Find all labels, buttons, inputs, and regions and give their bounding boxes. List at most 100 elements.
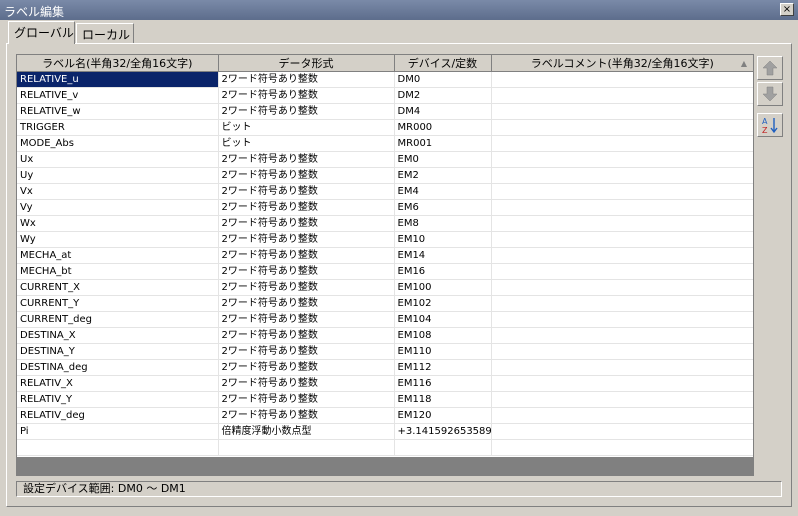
data-type-cell[interactable]: 2ワード符号あり整数 (218, 279, 395, 296)
data-type-cell[interactable]: 2ワード符号あり整数 (218, 247, 395, 264)
device-cell[interactable]: EM108 (394, 327, 492, 344)
comment-cell[interactable] (491, 343, 753, 360)
device-cell[interactable] (394, 439, 492, 456)
comment-cell[interactable] (491, 247, 753, 264)
device-cell[interactable]: EM16 (394, 263, 492, 280)
comment-cell[interactable] (491, 311, 753, 328)
comment-cell[interactable] (491, 375, 753, 392)
table-row[interactable]: RELATIV_deg 2ワード符号あり整数 EM120 (17, 407, 753, 424)
label-name-cell[interactable]: RELATIV_X (17, 375, 219, 392)
data-type-cell[interactable]: 2ワード符号あり整数 (218, 199, 395, 216)
label-name-cell[interactable]: MECHA_bt (17, 263, 219, 280)
device-cell[interactable]: EM120 (394, 407, 492, 424)
data-type-cell[interactable]: 2ワード符号あり整数 (218, 183, 395, 200)
label-name-cell[interactable]: MECHA_at (17, 247, 219, 264)
move-up-button[interactable] (757, 56, 783, 80)
comment-cell[interactable] (491, 167, 753, 184)
comment-cell[interactable] (491, 407, 753, 424)
tab-global[interactable]: グローバル (8, 21, 75, 44)
data-type-cell[interactable]: 2ワード符号あり整数 (218, 359, 395, 376)
comment-cell[interactable] (491, 71, 753, 88)
label-name-cell[interactable]: RELATIVE_v (17, 87, 219, 104)
data-type-cell[interactable]: 2ワード符号あり整数 (218, 71, 395, 88)
data-type-cell[interactable]: 2ワード符号あり整数 (218, 215, 395, 232)
label-name-cell[interactable]: CURRENT_Y (17, 295, 219, 312)
comment-cell[interactable] (491, 119, 753, 136)
table-row[interactable]: Vx 2ワード符号あり整数 EM4 (17, 183, 753, 200)
device-cell[interactable]: EM100 (394, 279, 492, 296)
table-row[interactable]: TRIGGER ビット MR000 (17, 119, 753, 136)
table-row[interactable]: CURRENT_deg 2ワード符号あり整数 EM104 (17, 311, 753, 328)
column-header-data-type[interactable]: データ形式 (218, 55, 395, 72)
comment-cell[interactable] (491, 423, 753, 440)
device-cell[interactable]: DM2 (394, 87, 492, 104)
label-name-cell[interactable]: Wy (17, 231, 219, 248)
label-name-cell[interactable]: CURRENT_X (17, 279, 219, 296)
table-row[interactable]: Ux 2ワード符号あり整数 EM0 (17, 151, 753, 168)
data-type-cell[interactable]: 2ワード符号あり整数 (218, 407, 395, 424)
label-name-cell[interactable]: CURRENT_deg (17, 311, 219, 328)
label-name-cell[interactable]: RELATIVE_w (17, 103, 219, 120)
table-row[interactable]: CURRENT_Y 2ワード符号あり整数 EM102 (17, 295, 753, 312)
device-cell[interactable]: EM6 (394, 199, 492, 216)
device-cell[interactable]: +3.141592653589 (394, 423, 492, 440)
comment-cell[interactable] (491, 183, 753, 200)
sort-button[interactable]: A Z (757, 113, 783, 137)
data-type-cell[interactable]: ビット (218, 135, 395, 152)
data-type-cell[interactable]: 2ワード符号あり整数 (218, 327, 395, 344)
comment-cell[interactable] (491, 231, 753, 248)
data-type-cell[interactable]: 2ワード符号あり整数 (218, 231, 395, 248)
column-header-label-name[interactable]: ラベル名(半角32/全角16文字) (17, 55, 219, 72)
data-type-cell[interactable]: 倍精度浮動小数点型 (218, 423, 395, 440)
table-row[interactable]: Vy 2ワード符号あり整数 EM6 (17, 199, 753, 216)
device-cell[interactable]: EM104 (394, 311, 492, 328)
device-cell[interactable]: MR000 (394, 119, 492, 136)
device-cell[interactable]: MR001 (394, 135, 492, 152)
table-row[interactable]: MECHA_at 2ワード符号あり整数 EM14 (17, 247, 753, 264)
device-cell[interactable]: EM14 (394, 247, 492, 264)
table-row[interactable]: RELATIVE_u 2ワード符号あり整数 DM0 (17, 71, 753, 88)
comment-cell[interactable] (491, 279, 753, 296)
table-row[interactable]: RELATIVE_v 2ワード符号あり整数 DM2 (17, 87, 753, 104)
table-row[interactable]: Wy 2ワード符号あり整数 EM10 (17, 231, 753, 248)
label-name-cell[interactable]: DESTINA_Y (17, 343, 219, 360)
label-grid[interactable]: ラベル名(半角32/全角16文字) データ形式 デバイス/定数 ラベルコメント(… (16, 54, 754, 476)
label-name-cell[interactable]: Wx (17, 215, 219, 232)
device-cell[interactable]: EM110 (394, 343, 492, 360)
label-name-cell[interactable]: Ux (17, 151, 219, 168)
device-cell[interactable]: EM0 (394, 151, 492, 168)
comment-cell[interactable] (491, 359, 753, 376)
label-name-cell[interactable]: Vy (17, 199, 219, 216)
data-type-cell[interactable]: 2ワード符号あり整数 (218, 263, 395, 280)
label-name-cell[interactable]: RELATIVE_u (17, 71, 219, 88)
table-row[interactable]: CURRENT_X 2ワード符号あり整数 EM100 (17, 279, 753, 296)
label-name-cell[interactable]: Uy (17, 167, 219, 184)
label-name-cell[interactable]: TRIGGER (17, 119, 219, 136)
label-name-cell[interactable]: Pi (17, 423, 219, 440)
label-name-cell[interactable]: DESTINA_X (17, 327, 219, 344)
comment-cell[interactable] (491, 391, 753, 408)
table-row[interactable]: Uy 2ワード符号あり整数 EM2 (17, 167, 753, 184)
table-row[interactable] (17, 439, 753, 456)
data-type-cell[interactable]: 2ワード符号あり整数 (218, 167, 395, 184)
table-row[interactable]: RELATIV_X 2ワード符号あり整数 EM116 (17, 375, 753, 392)
device-cell[interactable]: EM118 (394, 391, 492, 408)
data-type-cell[interactable]: 2ワード符号あり整数 (218, 375, 395, 392)
device-cell[interactable]: DM0 (394, 71, 492, 88)
data-type-cell[interactable]: 2ワード符号あり整数 (218, 311, 395, 328)
comment-cell[interactable] (491, 327, 753, 344)
label-name-cell[interactable]: MODE_Abs (17, 135, 219, 152)
data-type-cell[interactable]: 2ワード符号あり整数 (218, 295, 395, 312)
device-cell[interactable]: EM102 (394, 295, 492, 312)
comment-cell[interactable] (491, 151, 753, 168)
data-type-cell[interactable]: 2ワード符号あり整数 (218, 151, 395, 168)
column-header-comment[interactable]: ラベルコメント(半角32/全角16文字) ▲ (491, 55, 753, 72)
table-row[interactable]: DESTINA_Y 2ワード符号あり整数 EM110 (17, 343, 753, 360)
table-row[interactable]: Wx 2ワード符号あり整数 EM8 (17, 215, 753, 232)
comment-cell[interactable] (491, 103, 753, 120)
table-row[interactable]: Pi 倍精度浮動小数点型 +3.141592653589 (17, 423, 753, 440)
device-cell[interactable]: DM4 (394, 103, 492, 120)
table-row[interactable]: DESTINA_deg 2ワード符号あり整数 EM112 (17, 359, 753, 376)
device-cell[interactable]: EM112 (394, 359, 492, 376)
label-name-cell[interactable]: RELATIV_deg (17, 407, 219, 424)
